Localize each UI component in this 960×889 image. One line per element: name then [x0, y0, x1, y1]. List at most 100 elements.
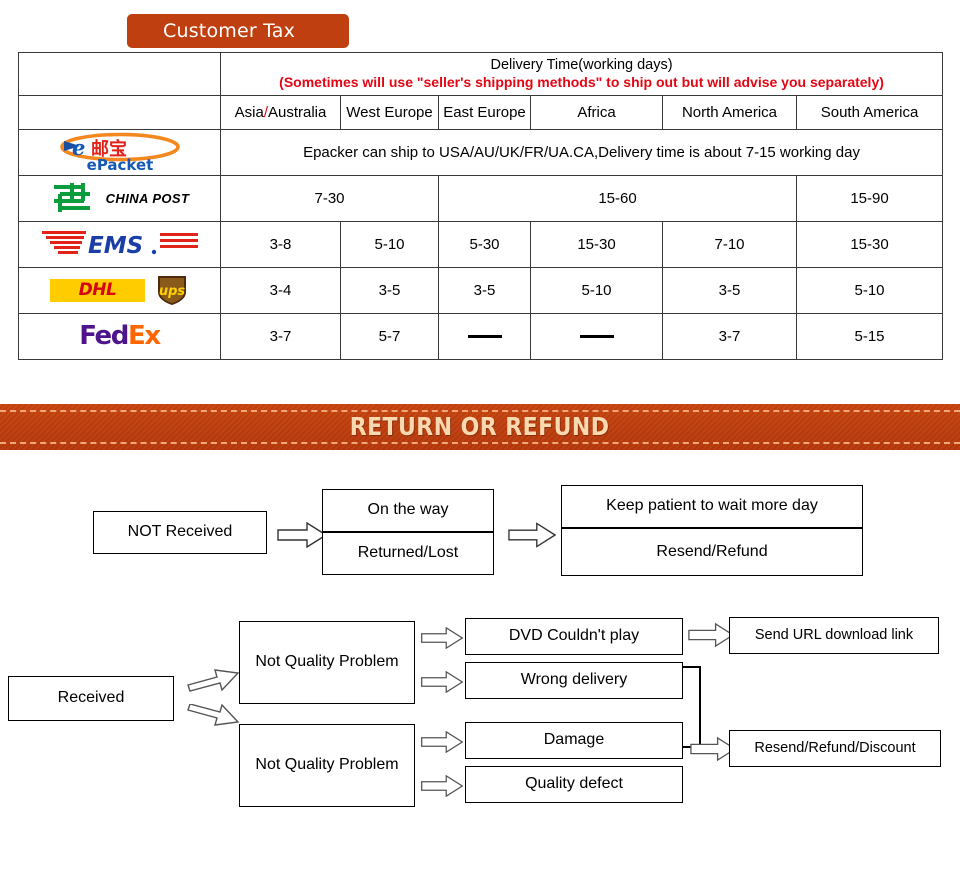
flow-box-returned-lost: Returned/Lost: [322, 531, 494, 575]
arrow-down-right-icon: [187, 703, 240, 726]
shipping-table-wrap: Delivery Time(working days) (Sometimes w…: [0, 52, 960, 360]
dhl-ups-logo: DHL ups: [23, 270, 216, 311]
dhl-value-west-europe: 3-5: [340, 266, 439, 314]
flow-box-received: Received: [8, 675, 174, 721]
flow-box-on-the-way: On the way: [322, 488, 494, 532]
customer-tax-badge: Customer Tax: [127, 14, 349, 48]
flow-box-label: Not Quality Problem: [255, 653, 399, 671]
flow-not-received: NOT Received On the way Returned/Lost Ke…: [0, 450, 960, 610]
ems-value-africa: 15-30: [530, 220, 663, 268]
fedex-ex-text: Ex: [128, 321, 161, 352]
fedex-value-asia-australia: 3-7: [220, 312, 341, 360]
dhl-logo-icon: DHL: [50, 278, 145, 302]
dash-icon: [467, 335, 502, 338]
badge-row: Customer Tax: [0, 0, 960, 52]
column-header-west-europe: West Europe: [340, 94, 439, 130]
ems-value-west-europe: 5-10: [340, 220, 439, 268]
china-post-value-easteurope-northamerica: 15-60: [438, 174, 797, 222]
header-title: Delivery Time(working days): [490, 57, 673, 73]
arrow-right-icon: [508, 521, 556, 548]
column-header-asia-australia: Asia/Australia: [220, 94, 341, 130]
carrier-cell-fedex: FedEx: [18, 312, 221, 360]
shipping-table: Delivery Time(working days) (Sometimes w…: [18, 52, 944, 360]
fedex-value-north-america: 3-7: [662, 312, 797, 360]
return-refund-title: RETURN OR REFUND: [350, 412, 610, 442]
svg-text:EMS: EMS: [88, 233, 143, 259]
china-post-logo-icon: [53, 183, 90, 213]
dhl-value-asia-australia: 3-4: [220, 266, 341, 314]
dash-icon: [579, 335, 614, 338]
arrow-right-icon: [277, 521, 327, 548]
table-row: EMS 3-8 5-10 5-30 15-30 7-10 15-30: [18, 220, 944, 268]
header-delivery-time-cell: Delivery Time(working days) (Sometimes w…: [219, 52, 944, 96]
ems-value-east-europe: 5-30: [438, 220, 531, 268]
fedex-value-africa: [530, 312, 663, 360]
ups-logo-icon: ups: [158, 276, 186, 306]
fedex-fed-text: Fed: [79, 321, 129, 352]
ems-logo-icon: EMS: [41, 231, 198, 259]
column-header-north-america: North America: [662, 94, 797, 130]
epacket-logo-icon: e 邮宝 ePacket: [59, 132, 180, 172]
svg-text:ePacket: ePacket: [86, 156, 153, 172]
ems-value-asia-australia: 3-8: [220, 220, 341, 268]
dhl-value-north-america: 3-5: [662, 266, 797, 314]
flow-box-not-quality-problem-1: Not Quality Problem: [239, 620, 415, 704]
china-post-logo-text: CHINA POST: [105, 190, 190, 206]
flow-box-label: Not Quality Problem: [255, 756, 399, 774]
ems-logo: EMS: [23, 224, 216, 265]
arrow-right-icon: [421, 730, 464, 753]
flow-box-resend-refund-discount: Resend/Refund/Discount: [729, 729, 941, 767]
table-row: FedEx 3-7 5-7 3-7 5-15: [18, 312, 944, 360]
table-header-row: Delivery Time(working days) (Sometimes w…: [18, 52, 944, 96]
dhl-logo-text: DHL: [78, 280, 117, 301]
table-row: e 邮宝 ePacket Epacker can ship to USA/AU/…: [18, 128, 944, 176]
fedex-logo-icon: FedEx: [79, 321, 161, 352]
carrier-cell-ems: EMS: [18, 220, 221, 268]
carrier-cell-china-post: CHINA POST: [18, 174, 221, 222]
flow-box-wrong-delivery: Wrong delivery: [465, 661, 683, 699]
slash-separator: /: [263, 103, 268, 121]
column-header-africa: Africa: [530, 94, 663, 130]
arrow-right-icon: [688, 622, 734, 647]
flow-box-resend-refund: Resend/Refund: [561, 527, 863, 576]
china-post-logo: CHINA POST: [23, 178, 216, 219]
carrier-cell-epacket: e 邮宝 ePacket: [18, 128, 221, 176]
arrow-up-right-icon: [187, 668, 240, 692]
header-note: (Sometimes will use "seller's shipping m…: [279, 74, 884, 91]
ems-value-south-america: 15-30: [795, 220, 944, 268]
china-post-value-southamerica: 15-90: [795, 174, 944, 222]
epacket-logo: e 邮宝 ePacket: [23, 132, 216, 173]
fedex-value-south-america: 5-15: [795, 312, 944, 360]
table-column-header-row: Asia/Australia West Europe East Europe A…: [18, 94, 944, 130]
flow-box-not-quality-problem-2: Not Quality Problem: [239, 723, 415, 807]
flow-received: Received Not Quality Problem Not Quality…: [0, 610, 960, 825]
china-post-value-asia-westeurope: 7-30: [220, 174, 439, 222]
column-header-blank: [18, 94, 221, 130]
table-row: CHINA POST 7-30 15-60 15-90: [18, 174, 944, 222]
dhl-value-africa: 5-10: [530, 266, 663, 314]
column-header-east-europe: East Europe: [438, 94, 531, 130]
dhl-value-south-america: 5-10: [795, 266, 944, 314]
svg-text:ups: ups: [159, 284, 186, 299]
return-refund-banner: RETURN OR REFUND: [0, 403, 960, 450]
flow-box-keep-patient: Keep patient to wait more day: [561, 484, 863, 528]
flow-box-not-received: NOT Received: [93, 510, 267, 554]
header-carrier-cell: [18, 52, 221, 96]
arrow-right-icon: [421, 670, 464, 693]
fedex-logo: FedEx: [23, 316, 216, 357]
svg-text:e: e: [72, 135, 85, 160]
flow-box-quality-defect: Quality defect: [465, 765, 683, 803]
ems-value-north-america: 7-10: [662, 220, 797, 268]
fedex-value-east-europe: [438, 312, 531, 360]
column-header-south-america: South America: [795, 94, 944, 130]
fedex-value-west-europe: 5-7: [340, 312, 439, 360]
flow-box-send-url-download-link: Send URL download link: [729, 616, 939, 654]
epacket-note-cell: Epacker can ship to USA/AU/UK/FR/UA.CA,D…: [219, 128, 944, 176]
carrier-cell-dhl-ups: DHL ups: [18, 266, 221, 314]
table-row: DHL ups 3-4 3-5 3-5 5-10 3-5 5-10: [18, 266, 944, 314]
arrow-right-icon: [421, 774, 464, 797]
dhl-value-east-europe: 3-5: [438, 266, 531, 314]
arrow-right-icon: [421, 626, 464, 649]
flow-box-dvd-couldnt-play: DVD Couldn't play: [465, 617, 683, 655]
flow-box-damage: Damage: [465, 721, 683, 759]
